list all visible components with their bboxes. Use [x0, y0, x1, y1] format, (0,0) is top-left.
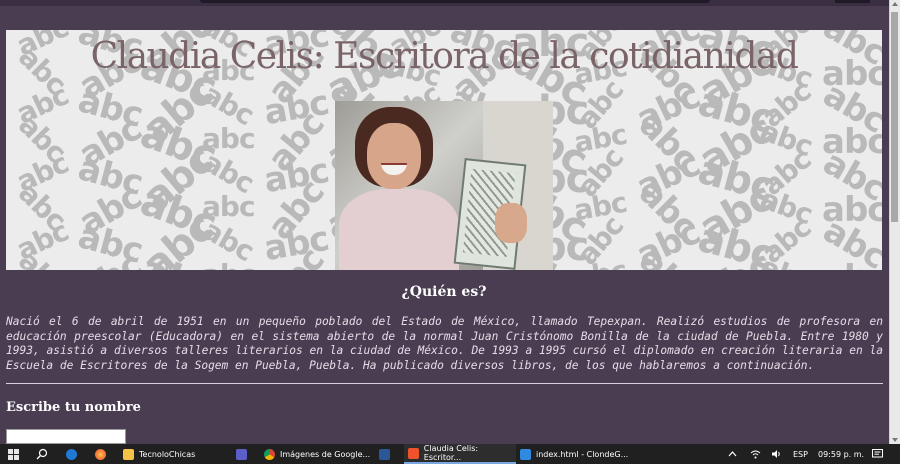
clock[interactable]: 09:59 p. m. — [818, 444, 864, 464]
taskbar-item-label: Claudia Celis: Escritor... — [423, 444, 479, 462]
volume-button[interactable] — [771, 444, 782, 464]
word-button[interactable] — [379, 444, 395, 464]
browser-top-edge — [0, 0, 890, 6]
notification-icon — [872, 449, 883, 458]
vertical-scrollbar[interactable] — [889, 0, 900, 444]
taskbar-item-label: Imágenes de Google... — [280, 449, 371, 459]
scroll-up-arrow-icon[interactable] — [892, 2, 898, 6]
taskbar-item-label: TecnoloChicas — [139, 449, 196, 459]
volume-icon — [772, 450, 780, 458]
wifi-icon — [750, 450, 761, 459]
browser-control-strip — [835, 0, 870, 3]
vscode-icon — [520, 448, 531, 460]
teams-icon — [236, 448, 247, 460]
section-title-who: ¿Quién es? — [401, 284, 487, 300]
author-photo — [335, 101, 553, 270]
teams-button[interactable] — [236, 444, 252, 464]
horizontal-rule — [6, 383, 883, 384]
search-button[interactable] — [36, 444, 48, 464]
name-input[interactable] — [6, 429, 126, 444]
biography-text: Nació el 6 de abril de 1951 en un pequeñ… — [6, 315, 883, 372]
folder-icon — [123, 448, 134, 460]
chevron-up-icon — [728, 451, 737, 457]
firefox-icon — [95, 448, 106, 460]
edge-icon — [66, 448, 77, 460]
windows-taskbar: TecnoloChicas Imágenes de Google... Clau… — [0, 444, 900, 464]
clock-time: 09:59 p. m. — [818, 449, 865, 459]
start-button[interactable] — [8, 444, 19, 464]
scroll-down-arrow-icon[interactable] — [892, 438, 898, 442]
taskbar-item-chrome[interactable]: Imágenes de Google... — [264, 444, 370, 464]
taskbar-item-brave[interactable]: Claudia Celis: Escritor... — [404, 444, 516, 464]
taskbar-item-label: index.html - ClondeG... — [536, 449, 629, 459]
search-icon — [36, 448, 48, 460]
name-label: Escribe tu nombre — [6, 400, 141, 415]
page-title: Claudia Celis: Escritora de la cotidiani… — [90, 36, 799, 77]
language-label: ESP — [793, 449, 808, 459]
scroll-thumb[interactable] — [891, 12, 898, 222]
abc-pattern-glyph: abc — [202, 258, 256, 270]
browser-tab-strip — [200, 0, 710, 3]
taskbar-item-folder[interactable]: TecnoloChicas — [123, 444, 201, 464]
taskbar-item-vscode[interactable]: index.html - ClondeG... — [520, 444, 628, 464]
abc-pattern-glyph: abc — [822, 258, 882, 270]
word-icon — [379, 448, 390, 460]
windows-icon — [8, 448, 19, 460]
brave-icon — [408, 447, 419, 459]
network-button[interactable] — [750, 444, 761, 464]
tray-chevron[interactable] — [728, 444, 737, 464]
language-indicator[interactable]: ESP — [793, 444, 808, 464]
firefox-button[interactable] — [95, 444, 111, 464]
header-banner: abc abc abc abc abc abc abc abc abc abc abc abc abc a… — [6, 30, 882, 270]
chrome-icon — [264, 448, 275, 460]
edge-button[interactable] — [66, 444, 82, 464]
notifications-button[interactable] — [872, 444, 883, 464]
